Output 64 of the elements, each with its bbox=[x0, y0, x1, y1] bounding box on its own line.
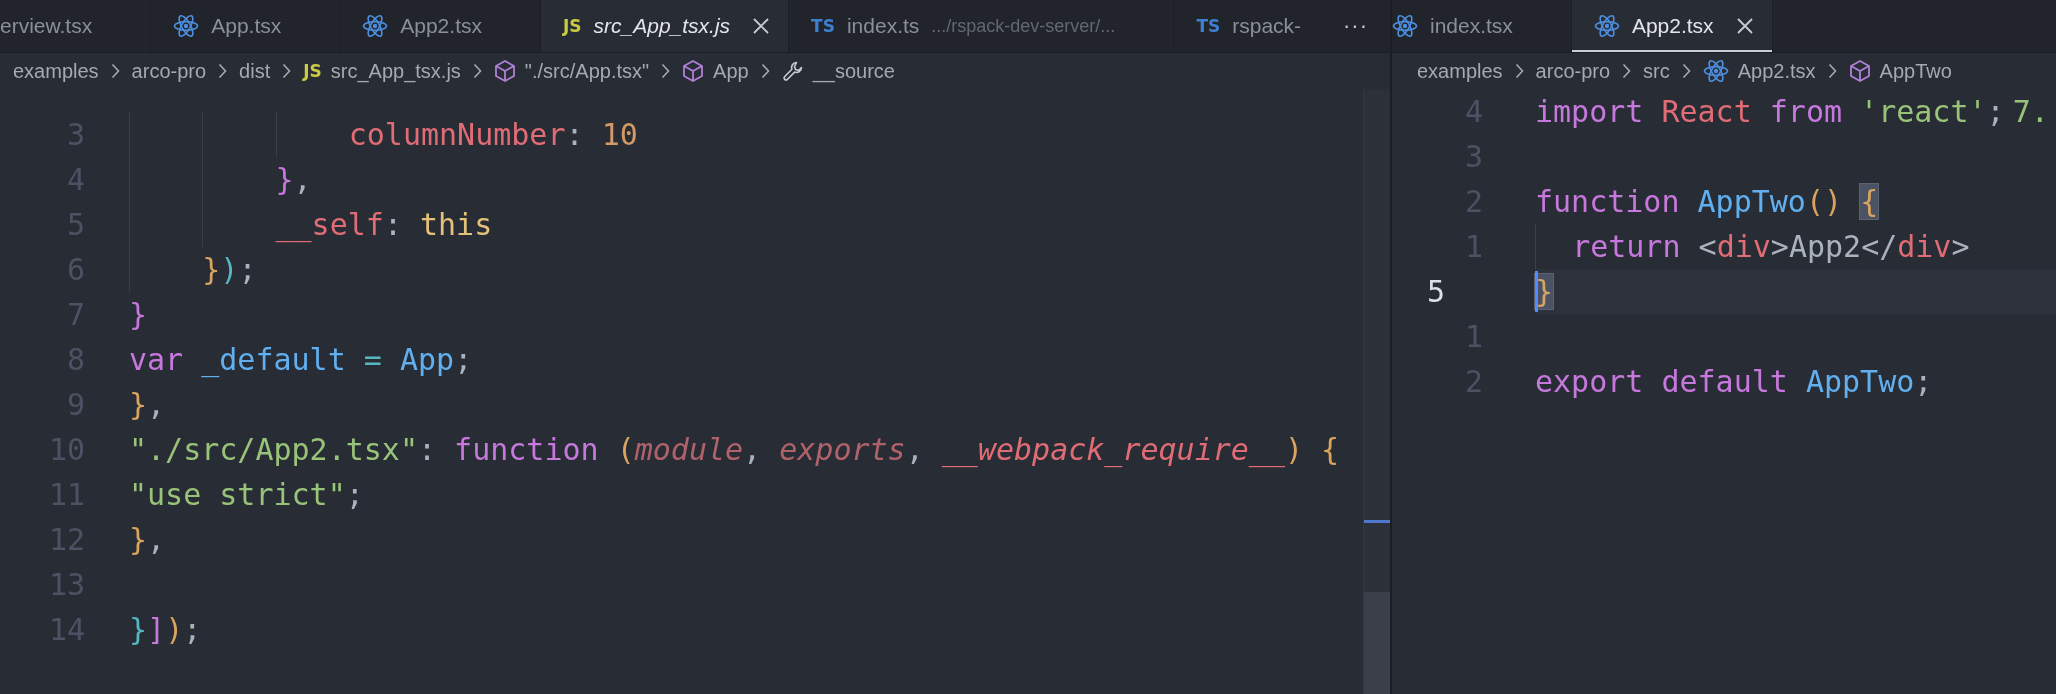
atom-icon bbox=[362, 14, 389, 38]
breadcrumb-item[interactable]: JS src_App_tsx.js bbox=[303, 59, 461, 83]
code-line: __self: this bbox=[129, 202, 493, 247]
wrench-icon bbox=[781, 60, 804, 82]
chevron-icon bbox=[661, 63, 671, 79]
code-line: }, bbox=[129, 386, 166, 424]
scroll-marker bbox=[1364, 520, 1390, 523]
editor-tab[interactable]: erview.tsx bbox=[0, 0, 152, 52]
chevron-icon bbox=[760, 63, 770, 79]
code-line: }); bbox=[129, 247, 257, 292]
chevron-icon bbox=[282, 63, 292, 79]
chevron-icon bbox=[110, 63, 120, 79]
code-line: "use strict"; bbox=[129, 476, 364, 514]
chevron-icon bbox=[1827, 63, 1837, 79]
code-line: } bbox=[129, 296, 148, 334]
breadcrumb-item[interactable]: __source bbox=[781, 59, 895, 83]
text-cursor bbox=[1535, 271, 1538, 312]
code-line: }, bbox=[129, 521, 166, 559]
code-line: var _default = App; bbox=[129, 341, 473, 380]
file-type-label: TS bbox=[1196, 16, 1221, 36]
code-line: "./src/App2.tsx": function (module, exports, __webpack_require__) { bbox=[129, 431, 1340, 470]
code-line: function AppTwo() { bbox=[1535, 183, 1879, 221]
breadcrumb-item[interactable]: examples bbox=[13, 59, 99, 83]
editor-tab[interactable]: App2.tsx bbox=[340, 0, 541, 52]
editor-tab[interactable]: TS index.ts .../rspack-dev-server/... bbox=[789, 0, 1175, 52]
chevron-icon bbox=[218, 63, 228, 79]
cube-icon bbox=[1848, 59, 1871, 83]
editor-tab[interactable]: App.tsx bbox=[151, 0, 341, 52]
editor-tab[interactable]: TS rspack- bbox=[1174, 0, 1329, 52]
close-icon[interactable] bbox=[752, 17, 771, 35]
breadcrumb-item[interactable]: App bbox=[682, 59, 749, 83]
chevron-icon bbox=[1514, 63, 1524, 79]
atom-icon bbox=[1702, 59, 1729, 83]
editor-tab[interactable]: index.tsx bbox=[1392, 0, 1572, 52]
breadcrumb-item[interactable]: "./src/App.tsx" bbox=[493, 59, 650, 83]
chevron-icon bbox=[1622, 63, 1632, 79]
breadcrumb-item[interactable]: arco-pro bbox=[131, 59, 207, 83]
chevron-icon bbox=[472, 63, 482, 79]
breadcrumb-item[interactable]: App2.tsx bbox=[1702, 59, 1816, 83]
atom-icon bbox=[1593, 14, 1620, 38]
code-line: export default AppTwo; bbox=[1535, 363, 1933, 401]
cube-icon bbox=[682, 59, 705, 83]
scrollbar-thumb[interactable] bbox=[1364, 592, 1390, 694]
cube-icon bbox=[493, 59, 516, 83]
chevron-icon bbox=[1681, 63, 1691, 79]
atom-icon bbox=[1392, 14, 1418, 38]
breadcrumb-item[interactable]: examples bbox=[1417, 59, 1503, 83]
close-icon[interactable] bbox=[1735, 17, 1754, 35]
file-type-label: JS bbox=[303, 61, 322, 81]
atom-icon bbox=[173, 14, 200, 38]
line-number: 5 bbox=[1426, 274, 1447, 309]
breadcrumb-item[interactable]: arco-pro bbox=[1535, 59, 1611, 83]
breadcrumb-item[interactable]: AppTwo bbox=[1848, 59, 1952, 83]
code-line: }]); bbox=[129, 611, 202, 649]
more-actions-button[interactable]: ··· bbox=[1329, 0, 1390, 52]
breadcrumb-item[interactable]: src bbox=[1643, 59, 1670, 83]
breadcrumb-item[interactable]: dist bbox=[239, 59, 271, 83]
file-type-label: JS bbox=[562, 16, 582, 36]
editor-tab[interactable]: JS src_App_tsx.js bbox=[540, 0, 790, 52]
editor-tab[interactable]: App2.tsx bbox=[1571, 0, 1773, 52]
code-line: columnNumber: 10 bbox=[129, 112, 638, 157]
code-line: }, bbox=[129, 157, 312, 202]
file-type-label: TS bbox=[811, 16, 835, 36]
code-line: import React from 'react'; 7. bbox=[1535, 93, 2049, 131]
